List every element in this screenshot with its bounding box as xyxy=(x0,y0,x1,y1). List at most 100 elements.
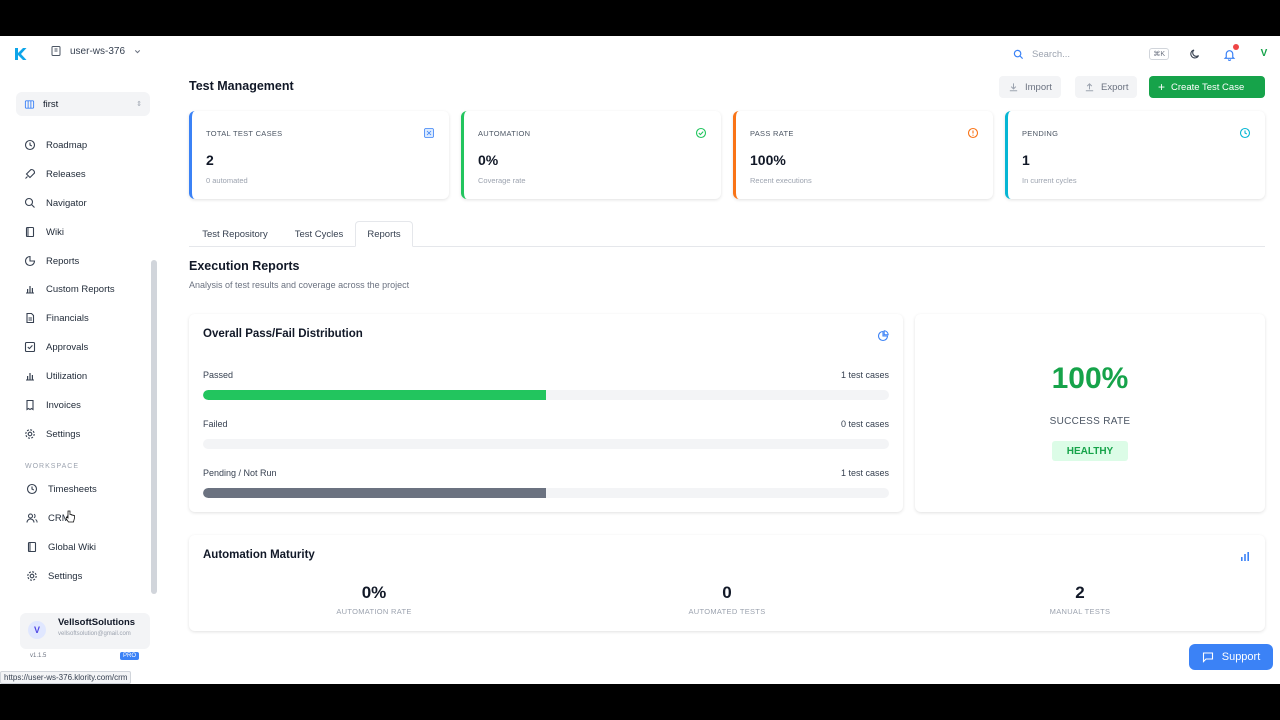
project-selector[interactable]: first ⇕ xyxy=(16,92,150,116)
user-profile-card[interactable]: V VellsoftSolutions vellsoftsolution@gma… xyxy=(20,613,150,649)
distribution-row-label: Pending / Not Run xyxy=(203,468,277,478)
sidebar-item-label: Utilization xyxy=(46,370,88,382)
metric-value: 0% xyxy=(361,583,387,602)
pie-chart-icon xyxy=(877,330,889,342)
sidebar-item-label: Releases xyxy=(46,168,86,180)
book-icon xyxy=(25,226,35,238)
workspace-item-label: Timesheets xyxy=(48,483,97,495)
document-icon xyxy=(26,312,35,324)
progress-track xyxy=(203,488,889,498)
workspace-item-label: Settings xyxy=(48,570,83,582)
theme-toggle-button[interactable] xyxy=(1187,46,1203,62)
clock-icon xyxy=(1239,127,1251,139)
check-circle-icon xyxy=(695,127,707,139)
sidebar-item-settings[interactable]: Settings xyxy=(24,424,144,444)
sidebar-item-financials[interactable]: Financials xyxy=(24,308,144,328)
profile-email: vellsoftsolution@gmail.com xyxy=(58,631,131,637)
sidebar-item-custom-reports[interactable]: Custom Reports xyxy=(24,279,144,299)
moon-icon xyxy=(1190,49,1200,59)
rocket-icon xyxy=(25,168,36,179)
users-icon xyxy=(26,513,38,523)
workspace-item-crm[interactable]: CRM xyxy=(26,508,146,528)
upload-icon xyxy=(1085,82,1094,91)
pie-chart-icon xyxy=(24,255,36,267)
tabs: Test Repository Test Cycles Reports xyxy=(189,221,1265,247)
sidebar-item-reports[interactable]: Reports xyxy=(24,251,144,271)
search-shortcut: ⌘K xyxy=(1149,48,1169,60)
stat-value: 1 xyxy=(1022,152,1030,168)
top-bar: user-ws-376 Search... ⌘K V xyxy=(0,36,1280,72)
stat-card-pass-rate: PASS RATE 100% Recent executions xyxy=(733,111,993,199)
status-bar-url: https://user-ws-376.klority.com/crm xyxy=(0,671,132,684)
sidebar-item-label: Reports xyxy=(46,255,80,267)
metric-label: AUTOMATION RATE xyxy=(336,607,412,616)
stat-value: 100% xyxy=(750,152,786,168)
app-version: v1.1.5 xyxy=(30,653,47,659)
import-label: Import xyxy=(1025,81,1052,93)
book-icon xyxy=(27,541,37,553)
sidebar-item-navigator[interactable]: Navigator xyxy=(24,193,144,213)
clock-icon xyxy=(24,139,36,151)
sidebar-item-utilization[interactable]: Utilization xyxy=(24,366,144,386)
sidebar-item-label: Approvals xyxy=(46,341,89,353)
workspace-switcher[interactable]: user-ws-376 xyxy=(50,45,142,57)
profile-name: VellsoftSolutions xyxy=(58,617,136,628)
progress-fill xyxy=(203,488,546,498)
create-test-case-button[interactable]: + Create Test Case xyxy=(1149,76,1265,98)
stat-subtext: Coverage rate xyxy=(478,176,526,185)
stat-subtext: 0 automated xyxy=(206,176,248,185)
stat-label: TOTAL TEST CASES xyxy=(206,129,283,138)
sidebar-item-wiki[interactable]: Wiki xyxy=(24,222,144,242)
progress-fill xyxy=(203,390,546,400)
test-tube-icon xyxy=(424,128,434,138)
support-button[interactable]: Support xyxy=(1189,644,1273,670)
board-icon xyxy=(24,99,35,109)
reports-title: Execution Reports xyxy=(189,259,300,273)
stat-subtext: Recent executions xyxy=(750,176,812,185)
notifications-button[interactable] xyxy=(1221,44,1239,62)
metric-automation-rate: 0% AUTOMATION RATE xyxy=(274,583,474,616)
sidebar-item-roadmap[interactable]: Roadmap xyxy=(24,135,144,155)
metric-value: 0 xyxy=(722,583,732,602)
sidebar-item-label: Navigator xyxy=(46,197,87,209)
bar-chart-icon xyxy=(26,373,34,381)
stat-card-total-test-cases: TOTAL TEST CASES 2 0 automated xyxy=(189,111,449,199)
sidebar-item-invoices[interactable]: Invoices xyxy=(24,395,144,415)
sidebar-item-approvals[interactable]: Approvals xyxy=(24,337,144,357)
distribution-row-count: 0 test cases xyxy=(840,419,889,429)
bar-chart-icon xyxy=(1241,552,1249,561)
workspace-item-settings[interactable]: Settings xyxy=(26,566,146,586)
success-rate-value: 100% xyxy=(1051,362,1129,395)
chevron-down-icon xyxy=(134,49,141,53)
stat-value: 0% xyxy=(478,152,499,168)
workspace-item-timesheets[interactable]: Timesheets xyxy=(26,479,146,499)
app-logo[interactable] xyxy=(12,46,28,62)
sidebar-item-label: Roadmap xyxy=(46,139,88,151)
building-icon xyxy=(51,46,61,56)
sidebar-item-releases[interactable]: Releases xyxy=(24,164,144,184)
tab-test-repository[interactable]: Test Repository xyxy=(189,221,281,247)
chevron-updown-icon: ⇕ xyxy=(136,101,142,108)
metric-automated-tests: 0 AUTOMATED TESTS xyxy=(627,583,827,616)
tab-reports[interactable]: Reports xyxy=(355,221,413,247)
metric-manual-tests: 2 MANUAL TESTS xyxy=(980,583,1180,616)
workspace-item-global-wiki[interactable]: Global Wiki xyxy=(26,537,146,557)
clock-icon xyxy=(26,483,38,495)
stat-card-automation: AUTOMATION 0% Coverage rate xyxy=(461,111,721,199)
import-button[interactable]: Import xyxy=(999,76,1061,98)
reports-subtitle: Analysis of test results and coverage ac… xyxy=(189,280,410,290)
maturity-title: Automation Maturity xyxy=(203,549,315,561)
plan-badge: PRO xyxy=(120,652,140,660)
user-avatar[interactable]: V xyxy=(1256,45,1272,61)
bar-chart-icon xyxy=(26,286,34,294)
distribution-panel: Overall Pass/Fail Distribution Passed 1 t… xyxy=(189,314,903,512)
search-input[interactable]: Search... ⌘K xyxy=(1005,43,1177,65)
export-button[interactable]: Export xyxy=(1075,76,1138,98)
search-icon xyxy=(1013,49,1024,59)
tab-test-cycles[interactable]: Test Cycles xyxy=(283,221,355,247)
distribution-row-label: Failed xyxy=(203,419,228,429)
distribution-title: Overall Pass/Fail Distribution xyxy=(203,328,363,340)
workspace-section-label: WORKSPACE xyxy=(25,463,79,470)
sidebar-scrollbar[interactable] xyxy=(151,260,157,594)
chat-icon xyxy=(1202,652,1213,663)
